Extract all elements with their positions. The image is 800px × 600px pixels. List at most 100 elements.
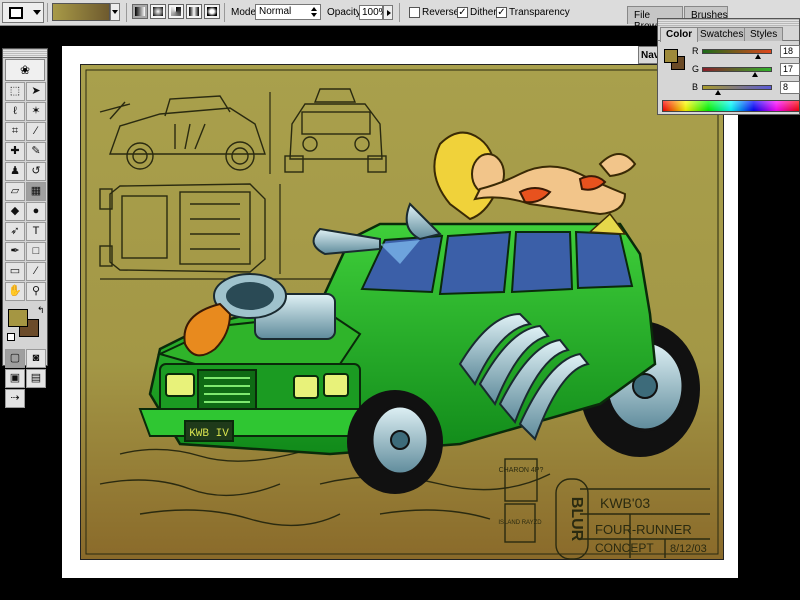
slice-tool[interactable]: ∕ [26, 122, 46, 141]
signature-text: KWB'03 [600, 495, 650, 511]
brush-tool[interactable]: ✎ [26, 142, 46, 161]
car-illustration: KWB IV BLUR KWB'03 FOUR-RUNNER CONCEPT 8… [79, 63, 725, 561]
gradient-tool[interactable]: ▦ [26, 182, 46, 201]
document-window: KWB IV BLUR KWB'03 FOUR-RUNNER CONCEPT 8… [62, 46, 738, 578]
green-value-input[interactable]: 17 [780, 63, 800, 76]
opacity-input[interactable]: 100% [359, 5, 388, 20]
eraser-tool[interactable]: ▱ [5, 182, 25, 201]
divider [126, 3, 127, 22]
color-palette: Color Swatches Styles R 18 G 17 B 8 [657, 18, 800, 115]
eyedropper-tool[interactable]: ⁄ [26, 262, 46, 281]
green-slider[interactable] [702, 67, 772, 72]
swap-colors-icon[interactable]: ↰ [37, 305, 45, 316]
red-channel-row: R 18 [692, 45, 800, 59]
caption-line1: FOUR-RUNNER [595, 522, 692, 537]
jump-to-imageready-button[interactable]: ⇢ [5, 389, 25, 408]
tab-swatches[interactable]: Swatches [694, 27, 750, 41]
chevron-down-icon [33, 10, 41, 15]
blur-tool[interactable]: ◆ [5, 202, 25, 221]
red-value-input[interactable]: 18 [780, 45, 800, 58]
transparency-checkbox[interactable]: ✓ [496, 7, 507, 18]
clone-stamp-tool[interactable]: ♟ [5, 162, 25, 181]
license-plate-text: KWB IV [189, 428, 229, 440]
angle-gradient-icon [171, 7, 181, 16]
channel-label: R [692, 46, 699, 56]
tab-color[interactable]: Color [660, 27, 699, 42]
palette-tabs: Color Swatches Styles [658, 26, 799, 42]
blue-value-input[interactable]: 8 [780, 81, 800, 94]
zoom-tool[interactable]: ⚲ [26, 282, 46, 301]
notes-tool[interactable]: ▭ [5, 262, 25, 281]
channel-value: 8 [783, 82, 789, 92]
default-colors-icon[interactable] [7, 333, 15, 341]
toolbox: ❀ ⬚ ➤ ℓ ✶ ⌗ ∕ ✚ ✎ ♟ ↺ ▱ ▦ ◆ ● ➶ T ✒ □ ▭ … [2, 48, 48, 408]
linear-gradient-button[interactable] [132, 4, 148, 19]
foreground-color-swatch[interactable] [8, 309, 28, 327]
opacity-slider-button[interactable] [383, 5, 393, 20]
toolbox-titlebar[interactable] [3, 49, 47, 58]
healing-brush-tool[interactable]: ✚ [5, 142, 25, 161]
quick-mask-button[interactable]: ◙ [26, 349, 46, 368]
blue-slider[interactable] [702, 85, 772, 90]
stamp-text: CHARON 4P? [499, 467, 544, 474]
channel-value: 17 [783, 64, 794, 74]
move-tool[interactable]: ➤ [26, 82, 46, 101]
date-text: 8/12/03 [670, 543, 707, 555]
diamond-gradient-icon [207, 7, 217, 16]
history-brush-tool[interactable]: ↺ [26, 162, 46, 181]
reverse-checkbox[interactable] [409, 7, 420, 18]
tab-label: Color [666, 29, 693, 40]
type-tool[interactable]: T [26, 222, 46, 241]
diamond-gradient-button[interactable] [204, 4, 220, 19]
tab-label: Swatches [700, 29, 744, 40]
pen-tool[interactable]: ✒ [5, 242, 25, 261]
slider-thumb-icon[interactable] [715, 90, 721, 95]
slider-thumb-icon[interactable] [752, 72, 758, 77]
photoshop-logo[interactable]: ❀ [5, 59, 45, 81]
up-down-arrows-icon [311, 7, 318, 17]
angle-gradient-button[interactable] [168, 4, 184, 19]
lasso-tool[interactable]: ℓ [5, 102, 25, 121]
palette-titlebar[interactable] [658, 19, 799, 26]
gradient-picker[interactable] [52, 3, 110, 21]
path-selection-tool[interactable]: ➶ [5, 222, 25, 241]
mode-select[interactable]: Normal [255, 4, 321, 20]
dodge-tool[interactable]: ● [26, 202, 46, 221]
magic-wand-tool[interactable]: ✶ [26, 102, 46, 121]
linear-gradient-icon [135, 7, 145, 16]
channel-value: 18 [783, 46, 794, 56]
caption-line2: CONCEPT [595, 541, 654, 555]
channel-label: B [692, 82, 699, 92]
foreground-color-swatch[interactable] [664, 49, 678, 63]
standard-screen-mode-button[interactable]: ▣ [5, 369, 25, 388]
crop-tool[interactable]: ⌗ [5, 122, 25, 141]
tab-label: Styles [750, 29, 778, 40]
arrow-right-icon [387, 10, 391, 16]
color-spectrum-bar[interactable] [662, 100, 800, 112]
transparency-label: Transparency [509, 7, 570, 18]
dither-checkbox[interactable]: ✓ [457, 7, 468, 18]
dither-label: Dither [470, 7, 497, 18]
artwork-canvas[interactable]: KWB IV BLUR KWB'03 FOUR-RUNNER CONCEPT 8… [79, 63, 725, 561]
tool-preset-picker[interactable] [2, 2, 44, 23]
blue-channel-row: B 8 [692, 81, 800, 95]
divider [399, 3, 400, 22]
channel-label: G [692, 64, 700, 74]
rectangle-tool[interactable]: □ [26, 242, 46, 261]
marquee-tool[interactable]: ⬚ [5, 82, 25, 101]
hand-tool[interactable]: ✋ [5, 282, 25, 301]
tab-styles[interactable]: Styles [744, 27, 784, 41]
reflected-gradient-button[interactable] [186, 4, 202, 19]
slider-thumb-icon[interactable] [755, 54, 761, 59]
green-channel-row: G 17 [692, 63, 800, 77]
radial-gradient-button[interactable] [150, 4, 166, 19]
mode-value: Normal [259, 6, 292, 17]
full-screen-mode-button[interactable]: ▤ [26, 369, 46, 388]
red-slider[interactable] [702, 49, 772, 54]
chevron-down-icon [112, 10, 118, 14]
reverse-label: Reverse [422, 7, 460, 18]
reflected-gradient-icon [189, 7, 199, 16]
gradient-tool-icon [9, 7, 23, 19]
gradient-dropdown[interactable] [110, 3, 120, 21]
standard-mode-button[interactable]: ▢ [5, 349, 25, 368]
